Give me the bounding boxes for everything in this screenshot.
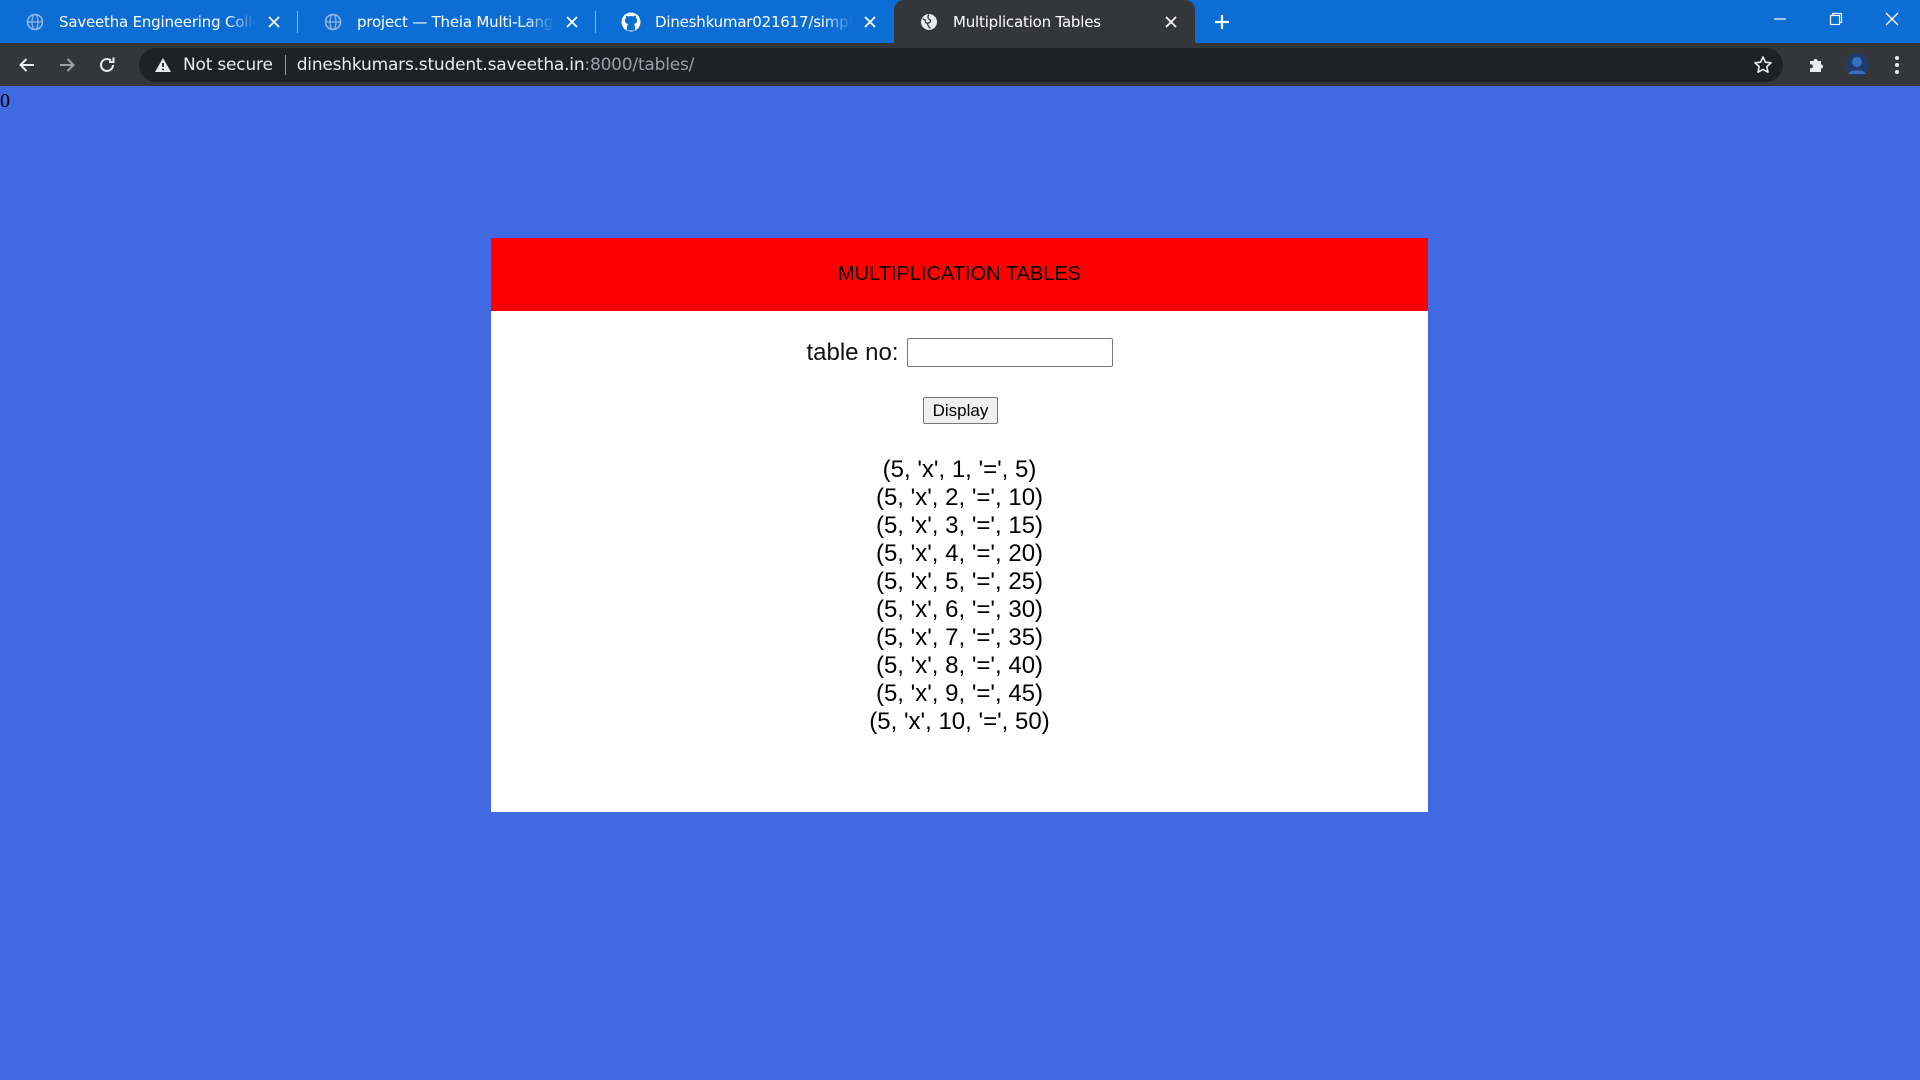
restore-icon	[1829, 12, 1843, 26]
divider	[284, 54, 286, 75]
plus-icon	[1215, 14, 1229, 29]
profile-avatar[interactable]	[1837, 45, 1877, 85]
result-line: (5, 'x', 9, '=', 45)	[875, 680, 1044, 707]
window-controls	[1752, 0, 1920, 38]
extensions-button[interactable]	[1797, 45, 1837, 85]
github-icon	[621, 12, 641, 32]
display-button[interactable]: Display	[923, 397, 998, 424]
bookmark-star-icon[interactable]	[1753, 55, 1773, 75]
close-icon[interactable]	[264, 12, 284, 32]
back-button[interactable]	[7, 45, 47, 85]
globe-icon	[323, 12, 343, 32]
stray-text: 0	[0, 90, 10, 112]
result-line: (5, 'x', 6, '=', 30)	[875, 596, 1044, 623]
url-host: dineshkumars.student.saveetha.in	[296, 54, 585, 75]
address-bar[interactable]: Not secure dineshkumars.student.saveetha…	[139, 47, 1783, 82]
tab-title: Saveetha Engineering College	[59, 12, 256, 31]
tables-card: MULTIPLICATION TABLES table no: Display …	[491, 238, 1428, 812]
result-line: (5, 'x', 8, '=', 40)	[875, 652, 1044, 679]
tab-github[interactable]: Dineshkumar021617/simplewebs	[596, 0, 894, 43]
table-form: table no:	[491, 338, 1428, 367]
reload-button[interactable]	[87, 45, 127, 85]
avatar-icon	[1845, 52, 1869, 77]
result-line: (5, 'x', 10, '=', 50)	[869, 708, 1050, 735]
menu-button[interactable]	[1877, 45, 1917, 85]
tab-title: Multiplication Tables	[953, 12, 1101, 31]
browser-toolbar: Not secure dineshkumars.student.saveetha…	[0, 43, 1920, 86]
tab-theia[interactable]: project — Theia Multi-Language	[298, 0, 596, 43]
restore-button[interactable]	[1808, 0, 1864, 38]
forward-button[interactable]	[47, 45, 87, 85]
result-line: (5, 'x', 4, '=', 20)	[875, 540, 1044, 567]
result-line: (5, 'x', 7, '=', 35)	[875, 624, 1044, 651]
page-title: MULTIPLICATION TABLES	[837, 263, 1082, 285]
table-number-input[interactable]	[906, 338, 1113, 367]
tab-saveetha[interactable]: Saveetha Engineering College	[0, 0, 298, 43]
puzzle-icon	[1810, 58, 1823, 72]
result-line: (5, 'x', 5, '=', 25)	[875, 568, 1044, 595]
security-label[interactable]: Not secure	[183, 55, 273, 75]
result-line: (5, 'x', 1, '=', 5)	[882, 456, 1037, 483]
result-line: (5, 'x', 3, '=', 15)	[875, 512, 1044, 539]
close-icon[interactable]	[860, 12, 880, 32]
globe-icon	[25, 12, 45, 32]
close-icon[interactable]	[1161, 12, 1181, 32]
tab-title: project — Theia Multi-Language	[357, 12, 554, 31]
tab-multiplication-tables[interactable]: Multiplication Tables	[894, 0, 1195, 43]
reload-icon	[100, 57, 115, 72]
globe-icon	[919, 12, 939, 32]
arrow-left-icon	[19, 57, 34, 72]
new-tab-button[interactable]	[1195, 0, 1249, 43]
url-path: :8000/tables/	[584, 54, 695, 75]
close-icon[interactable]	[562, 12, 582, 32]
tab-title: Dineshkumar021617/simplewebs	[655, 12, 852, 31]
close-window-button[interactable]	[1864, 0, 1920, 38]
tab-strip: Saveetha Engineering College project — T…	[0, 0, 1920, 43]
arrow-right-icon	[60, 57, 75, 72]
minimize-icon	[1774, 18, 1786, 20]
results-list: (5, 'x', 1, '=', 5) (5, 'x', 2, '=', 10)…	[491, 456, 1428, 736]
more-vertical-icon	[1895, 55, 1899, 74]
close-icon	[1885, 12, 1899, 26]
card-header: MULTIPLICATION TABLES	[491, 238, 1428, 311]
result-line: (5, 'x', 2, '=', 10)	[875, 484, 1044, 511]
table-number-label: table no:	[806, 338, 899, 366]
minimize-button[interactable]	[1752, 0, 1808, 38]
warning-icon[interactable]	[153, 55, 173, 75]
